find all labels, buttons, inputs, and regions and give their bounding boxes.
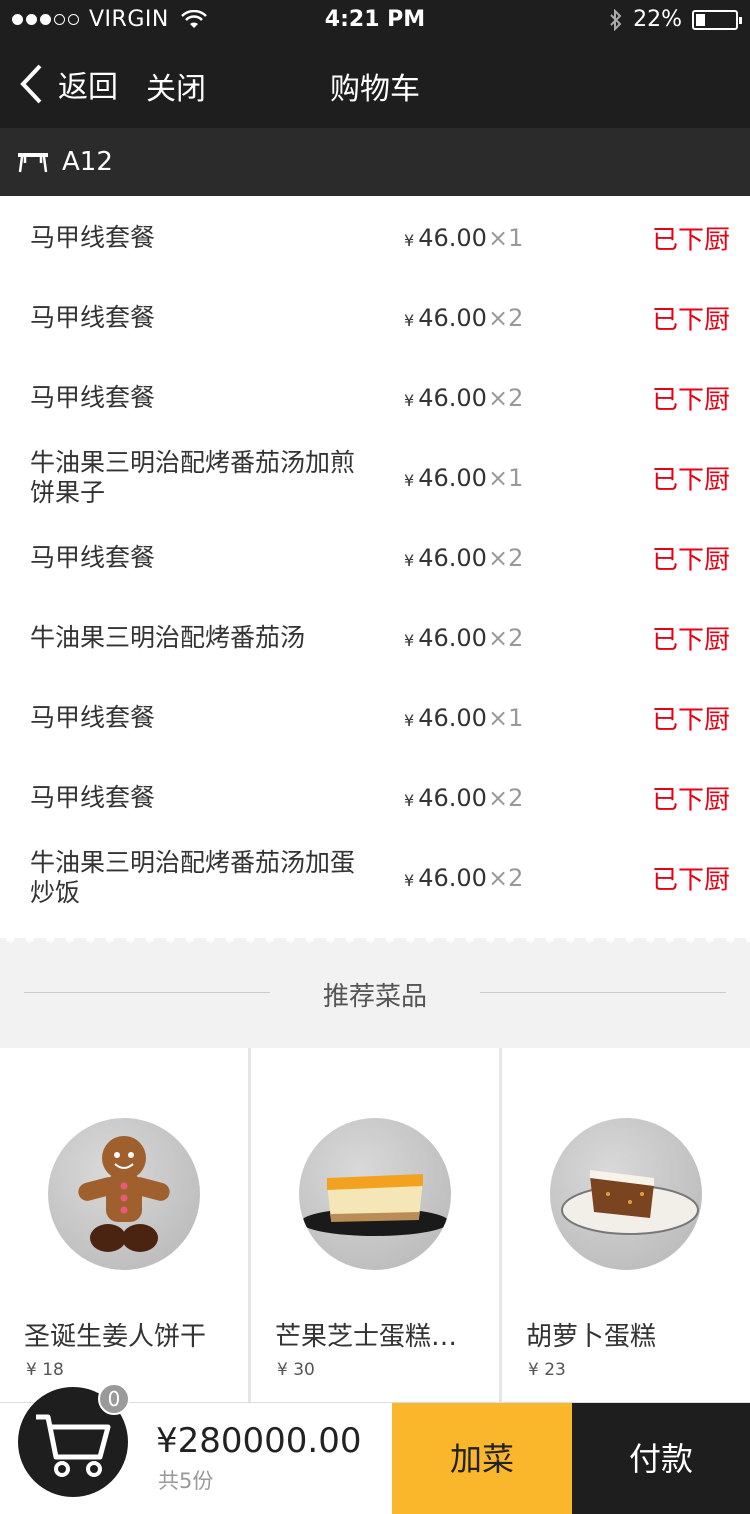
total-amount: ¥280000.00: [156, 1421, 362, 1461]
page-title: 购物车: [330, 72, 420, 107]
bluetooth-icon: [610, 8, 622, 31]
order-row[interactable]: 牛油果三明治配烤番茄汤加蛋炒饭 ¥46.00 ×2 已下厨: [0, 838, 750, 918]
item-status: 已下厨: [651, 385, 730, 416]
recommend-title: 推荐菜品: [322, 982, 427, 1012]
order-row[interactable]: 马甲线套餐 ¥46.00 ×1 已下厨: [0, 678, 750, 758]
item-quantity: ×2: [488, 384, 524, 412]
dish-card[interactable]: 圣诞生姜人饼干 ¥ 18: [0, 1048, 248, 1402]
dish-card[interactable]: 芒果芝士蛋糕… ¥ 30: [251, 1048, 499, 1402]
nav-bar: 返回 关闭 购物车: [0, 40, 750, 128]
status-bar: VIRGIN 4:21 PM 22%: [0, 0, 750, 40]
item-price: ¥46.00: [404, 544, 487, 572]
item-quantity: ×2: [488, 544, 524, 572]
item-name: 马甲线套餐: [30, 223, 156, 252]
item-price: ¥46.00: [404, 304, 487, 332]
status-right: 22%: [609, 7, 742, 32]
order-row[interactable]: 马甲线套餐 ¥46.00 ×2 已下厨: [0, 518, 750, 598]
item-status: 已下厨: [651, 705, 730, 736]
item-price: ¥46.00: [404, 864, 487, 892]
item-price: ¥46.00: [404, 704, 487, 732]
item-name: 马甲线套餐: [30, 543, 156, 572]
dish-name: 芒果芝士蛋糕…: [275, 1322, 458, 1352]
table-icon: [18, 153, 48, 173]
item-quantity: ×2: [488, 784, 524, 812]
dish-name: 圣诞生姜人饼干: [24, 1322, 207, 1352]
order-row[interactable]: 马甲线套餐 ¥46.00 ×1 已下厨: [0, 198, 750, 278]
order-list: 马甲线套餐 ¥46.00 ×1 已下厨 马甲线套餐 ¥46.00 ×2 已下厨 …: [0, 196, 750, 938]
item-price: ¥46.00: [404, 384, 487, 412]
item-price: ¥46.00: [404, 224, 487, 252]
item-status: 已下厨: [651, 225, 730, 256]
item-status: 已下厨: [651, 785, 730, 816]
item-status: 已下厨: [651, 465, 730, 496]
recommend-cards: 圣诞生姜人饼干 ¥ 18 芒果芝士蛋糕… ¥ 30 胡萝卜蛋糕 ¥ 23: [0, 1048, 750, 1402]
scalloped-divider: [0, 938, 750, 946]
dish-price: ¥ 18: [26, 1360, 64, 1380]
dish-image-carrot-cake: [550, 1118, 702, 1270]
item-quantity: ×2: [488, 864, 524, 892]
order-row[interactable]: 马甲线套餐 ¥46.00 ×2 已下厨: [0, 358, 750, 438]
dish-image-mango-cheesecake: [299, 1118, 451, 1270]
item-name: 牛油果三明治配烤番茄汤加蛋炒饭: [30, 848, 356, 907]
table-number: A12: [62, 147, 113, 177]
item-name: 牛油果三明治配烤番茄汤: [30, 623, 306, 652]
item-status: 已下厨: [651, 545, 730, 576]
item-quantity: ×2: [488, 624, 524, 652]
dish-price: ¥ 30: [277, 1360, 315, 1380]
add-dish-button[interactable]: 加菜: [392, 1403, 572, 1514]
checkout-bar: 0 ¥280000.00 共5份 加菜 付款: [0, 1383, 750, 1514]
item-name: 牛油果三明治配烤番茄汤加煎饼果子: [30, 448, 356, 507]
item-name: 马甲线套餐: [30, 783, 156, 812]
item-quantity: ×1: [488, 464, 524, 492]
dish-price: ¥ 23: [528, 1360, 566, 1380]
battery-icon: [692, 9, 742, 30]
total-count: 共5份: [158, 1469, 214, 1493]
dish-image-gingerbread: [48, 1118, 200, 1270]
cart-count-badge: 0: [98, 1383, 130, 1415]
item-name: 马甲线套餐: [30, 383, 156, 412]
order-row[interactable]: 牛油果三明治配烤番茄汤 ¥46.00 ×2 已下厨: [0, 598, 750, 678]
item-quantity: ×1: [488, 704, 524, 732]
dish-name: 胡萝卜蛋糕: [526, 1322, 657, 1352]
item-status: 已下厨: [651, 305, 730, 336]
recommend-header: 推荐菜品: [0, 946, 750, 1048]
item-status: 已下厨: [651, 625, 730, 656]
item-price: ¥46.00: [404, 784, 487, 812]
order-row[interactable]: 牛油果三明治配烤番茄汤加煎饼果子 ¥46.00 ×1 已下厨: [0, 438, 750, 518]
item-price: ¥46.00: [404, 624, 487, 652]
item-price: ¥46.00: [404, 464, 487, 492]
item-name: 马甲线套餐: [30, 303, 156, 332]
item-status: 已下厨: [651, 865, 730, 896]
item-name: 马甲线套餐: [30, 703, 156, 732]
item-quantity: ×2: [488, 304, 524, 332]
divider-line: [480, 992, 726, 993]
battery-percent: 22%: [633, 7, 682, 32]
order-row[interactable]: 马甲线套餐 ¥46.00 ×2 已下厨: [0, 278, 750, 358]
dish-card[interactable]: 胡萝卜蛋糕 ¥ 23: [502, 1048, 750, 1402]
item-quantity: ×1: [488, 224, 524, 252]
order-row[interactable]: 马甲线套餐 ¥46.00 ×2 已下厨: [0, 758, 750, 838]
table-info-bar: A12: [0, 128, 750, 196]
pay-button[interactable]: 付款: [572, 1403, 750, 1514]
